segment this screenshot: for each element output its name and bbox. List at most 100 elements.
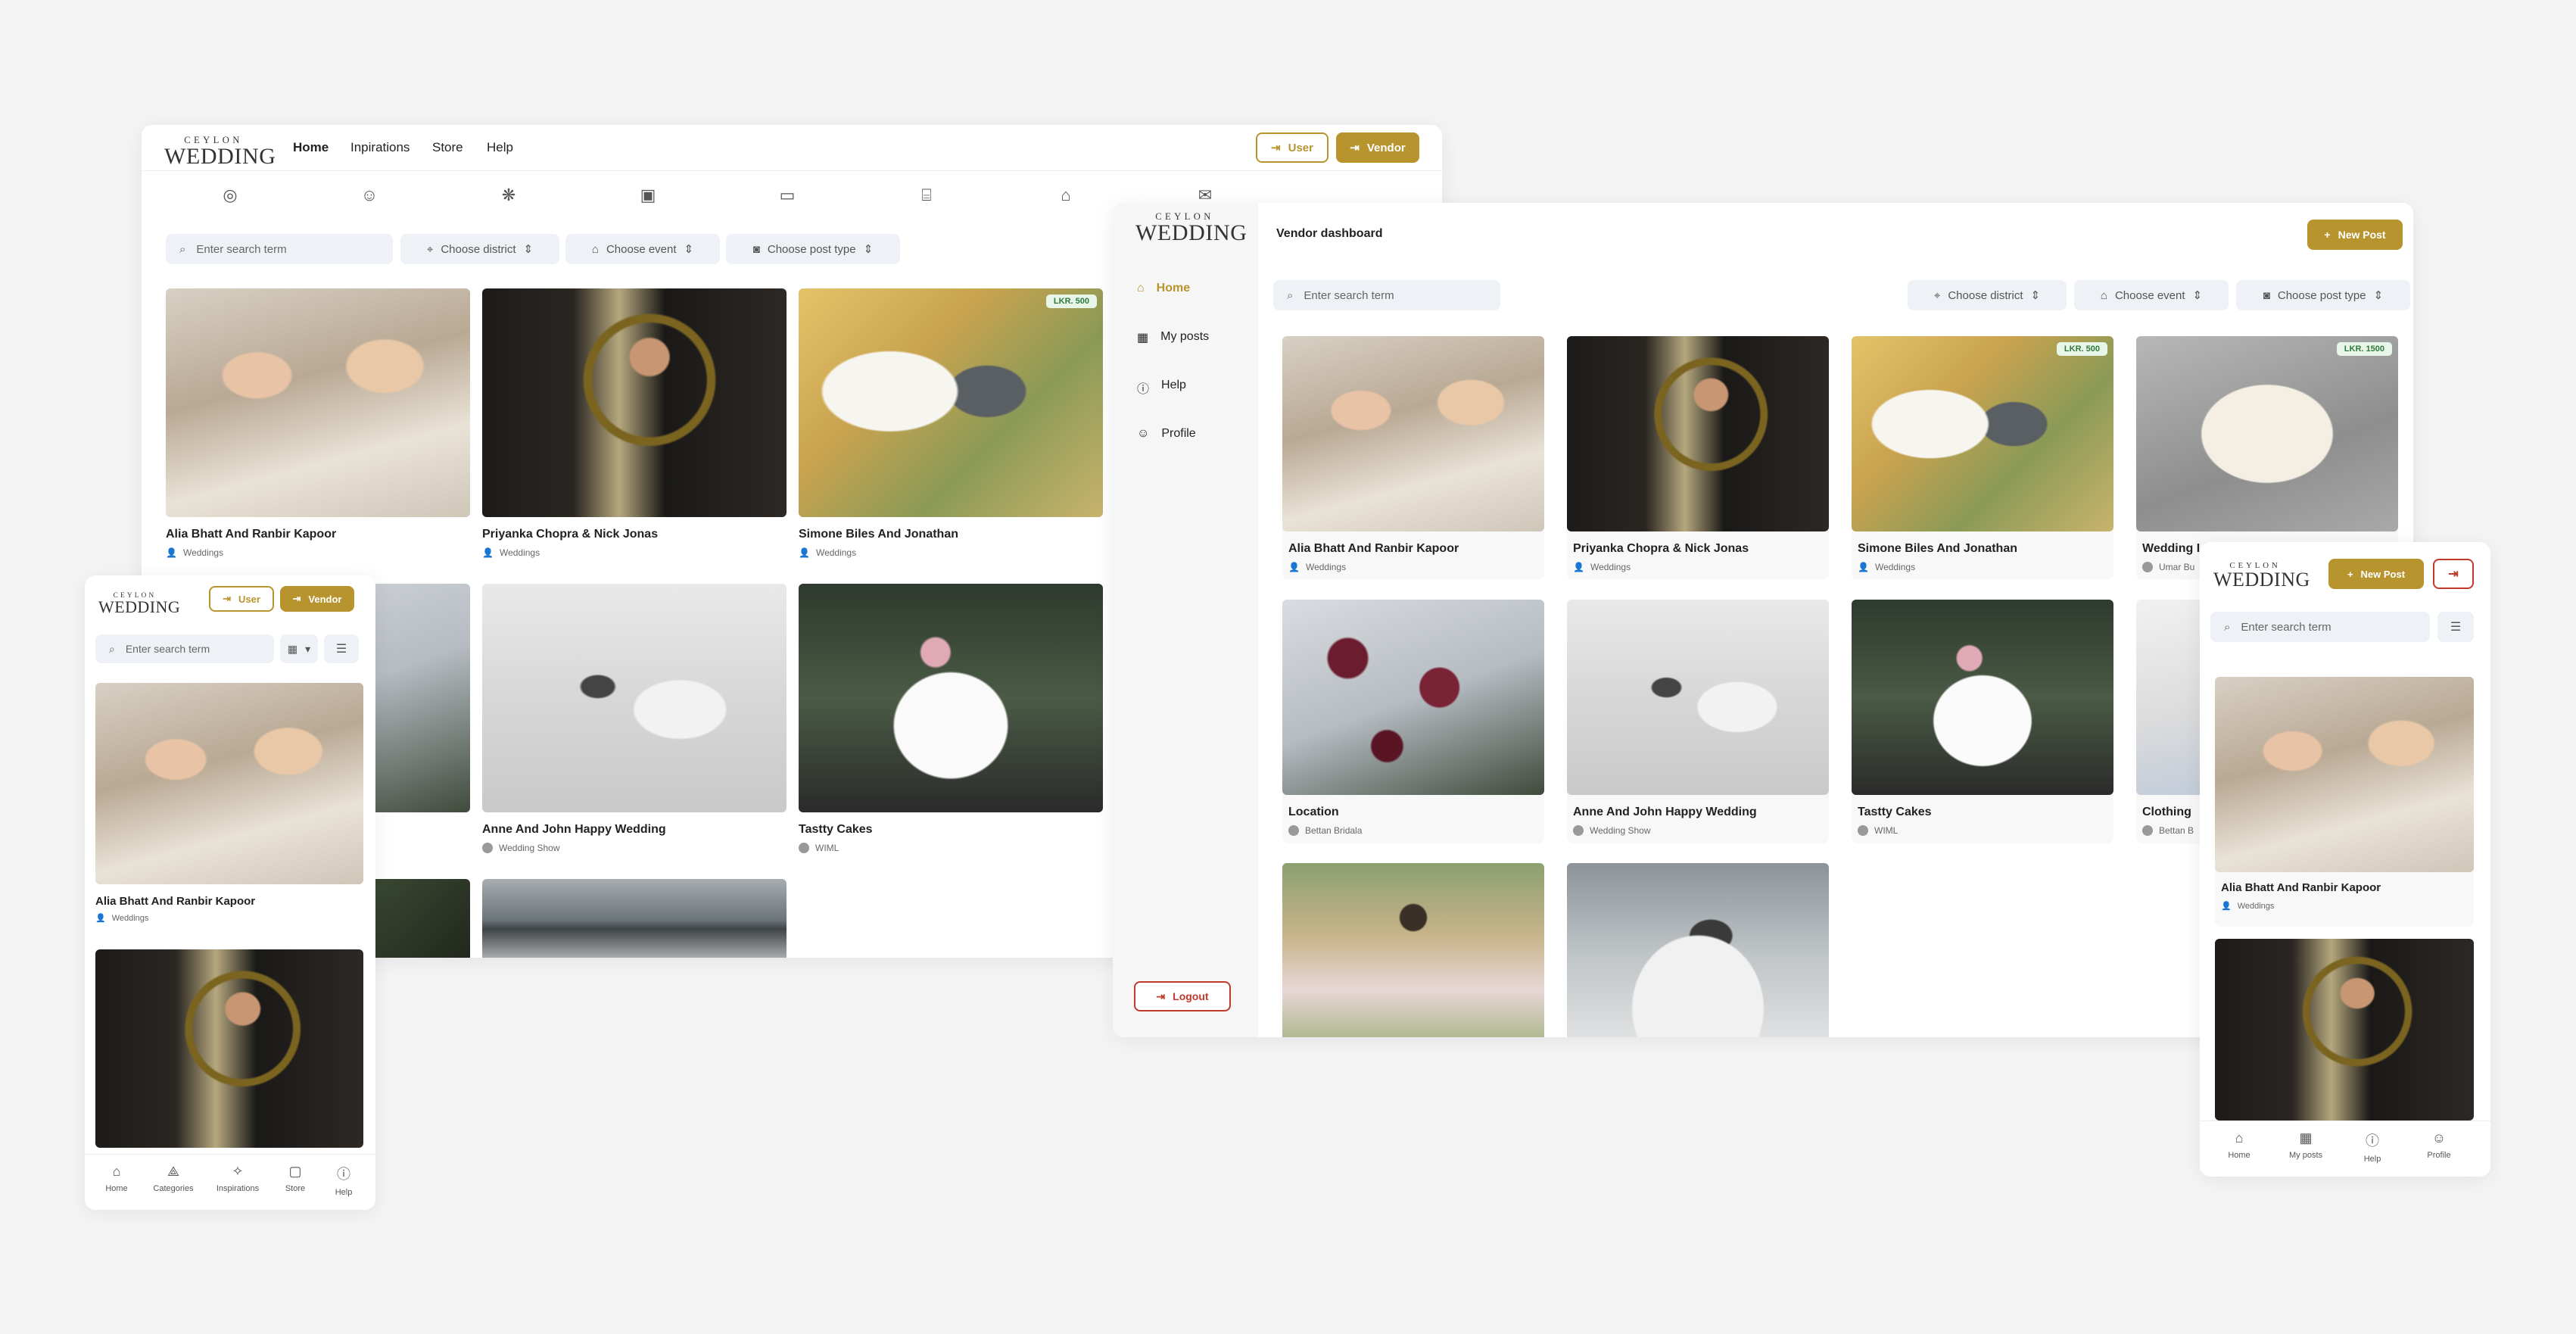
post-title: Tastty Cakes: [799, 823, 873, 836]
category-cake[interactable]: ⌂: [1054, 185, 1077, 205]
price-badge: LKR. 1500: [2336, 342, 2392, 356]
category-table[interactable]: ⌸: [915, 185, 938, 205]
search-input[interactable]: ⌕ Enter search term: [2210, 612, 2430, 642]
post-author: 👤 Weddings: [1573, 562, 1631, 572]
post-card[interactable]: Alia Bhatt And Ranbir Kapoor 👤 Weddings: [1282, 336, 1544, 580]
search-placeholder: Enter search term: [1304, 288, 1394, 302]
post-card[interactable]: [2215, 939, 2474, 1120]
post-card[interactable]: Location Bettan Bridala: [1282, 600, 1544, 843]
brand-logo[interactable]: CEYLON WEDDING: [1135, 212, 1247, 245]
post-image: [482, 288, 787, 517]
bottom-nav-home[interactable]: ⌂ Home: [2215, 1130, 2263, 1160]
post-card[interactable]: [1282, 863, 1544, 1037]
home-icon: ⌂: [2235, 1130, 2244, 1145]
bottom-nav-help[interactable]: ⓘ Help: [322, 1164, 365, 1197]
logout-button[interactable]: ⇥: [2433, 559, 2474, 589]
bottom-nav-help[interactable]: ⓘ Help: [2348, 1130, 2397, 1164]
post-author: 👤 Weddings: [166, 547, 223, 558]
event-select[interactable]: ⌂ Choose event ⇕: [2074, 280, 2229, 310]
author-name: Weddings: [815, 547, 857, 558]
brand-logo[interactable]: CEYLON WEDDING: [2213, 562, 2310, 590]
price-badge: LKR. 500: [2056, 342, 2107, 356]
bottom-nav-categories[interactable]: ⟁ Categories: [147, 1164, 200, 1193]
nav-label: My posts: [2288, 1151, 2322, 1160]
nav-help[interactable]: Help: [487, 140, 513, 155]
post-card[interactable]: [95, 949, 363, 1148]
post-image: LKR. 1500: [2136, 336, 2398, 531]
search-icon: ⌕: [109, 642, 115, 655]
search-icon: ⌕: [179, 242, 186, 256]
district-select[interactable]: ⌖ Choose district ⇕: [1908, 280, 2067, 310]
category-photo[interactable]: ▣: [637, 185, 659, 205]
event-select[interactable]: ⌂ Choose event ⇕: [565, 234, 720, 264]
category-flowers[interactable]: ❋: [497, 185, 520, 205]
post-card[interactable]: LKR. 500 Simone Biles And Jonathan 👤 Wedd…: [1852, 336, 2113, 580]
plus-icon: +: [2347, 568, 2353, 580]
brand-logo[interactable]: CEYLON WEDDING: [164, 136, 276, 168]
sliders-icon: ☰: [2450, 621, 2462, 634]
category-venue[interactable]: ▭: [776, 185, 799, 205]
post-card[interactable]: Anne And John Happy Wedding Wedding Show: [482, 584, 787, 856]
post-card[interactable]: [1567, 863, 1829, 1037]
post-title: Alia Bhatt And Ranbir Kapoor: [95, 895, 256, 908]
post-type-select[interactable]: ◙ Choose post type ⇕: [726, 234, 900, 264]
category-makeup[interactable]: ☺: [358, 185, 381, 205]
avatar: [799, 843, 809, 853]
calendar-select[interactable]: ▦ ▾: [280, 634, 318, 663]
filter-button[interactable]: ☰: [2437, 612, 2474, 642]
sidebar-item-my-posts[interactable]: ▦ My posts: [1137, 330, 1209, 345]
post-card[interactable]: Tastty Cakes WIML: [1852, 600, 2113, 843]
nav-inspirations[interactable]: Inpirations: [350, 140, 410, 155]
vendor-login-button[interactable]: ⇥ Vendor: [280, 586, 354, 612]
post-image: [1282, 600, 1544, 795]
user-login-button[interactable]: ⇥ User: [209, 586, 274, 612]
vendor-login-button[interactable]: ⇥ Vendor: [1336, 132, 1419, 163]
search-input[interactable]: ⌕ Enter search term: [1273, 280, 1500, 310]
search-input[interactable]: ⌕ Enter search term: [166, 234, 393, 264]
post-card[interactable]: Alia Bhatt And Ranbir Kapoor 👤 Weddings: [166, 288, 470, 561]
user-login-button[interactable]: ⇥ User: [1256, 132, 1328, 163]
post-card[interactable]: Priyanka Chopra & Nick Jonas 👤 Weddings: [1567, 336, 1829, 580]
brand-logo[interactable]: CEYLON WEDDING: [98, 591, 180, 616]
search-input[interactable]: ⌕ Enter search term: [95, 634, 274, 663]
post-card[interactable]: LKR. 500 Simone Biles And Jonathan 👤 Wedd…: [799, 288, 1103, 561]
cake-table-icon: ⌸: [921, 185, 932, 204]
sidebar-item-home[interactable]: ⌂ Home: [1137, 282, 1190, 295]
user-icon: 👤: [1858, 562, 1869, 572]
post-image: [95, 949, 363, 1148]
nav-home[interactable]: Home: [293, 140, 329, 155]
post-type-select[interactable]: ◙ Choose post type ⇕: [2236, 280, 2410, 310]
sidebar-item-help[interactable]: ⓘ Help: [1137, 379, 1186, 397]
new-post-button[interactable]: + New Post: [2307, 220, 2403, 250]
event-label: Choose event: [2114, 288, 2185, 302]
post-card[interactable]: [482, 879, 787, 958]
bottom-nav-my-posts[interactable]: ▦ My posts: [2282, 1130, 2330, 1160]
post-title: Priyanka Chopra & Nick Jonas: [1573, 542, 1749, 555]
post-title: Anne And John Happy Wedding: [482, 823, 666, 836]
post-title: Clothing: [2142, 806, 2191, 818]
bottom-nav-profile[interactable]: ☺ Profile: [2415, 1130, 2463, 1160]
filter-button[interactable]: ☰: [324, 634, 359, 663]
bottom-nav-store[interactable]: ▢ Store: [274, 1164, 316, 1193]
bottom-nav-home[interactable]: ⌂ Home: [94, 1164, 139, 1193]
post-card[interactable]: Alia Bhatt And Ranbir Kapoor 👤 Weddings: [95, 683, 363, 933]
district-select[interactable]: ⌖ Choose district ⇕: [400, 234, 559, 264]
bag-icon: ▢: [288, 1164, 302, 1179]
bottom-nav-inspirations[interactable]: ✧ Inspirations: [207, 1164, 268, 1193]
post-card[interactable]: Alia Bhatt And Ranbir Kapoor 👤 Weddings: [2215, 677, 2474, 927]
bottom-nav: ⌂ Home ⟁ Categories ✧ Inspirations ▢ Store ⓘ…: [85, 1154, 375, 1210]
vendor-button-label: Vendor: [308, 593, 342, 605]
author-name: Bettan Bridala: [1305, 825, 1363, 836]
search-icon: ⌕: [1287, 288, 1294, 302]
avatar: [1573, 825, 1584, 836]
category-rings[interactable]: ◎: [219, 185, 241, 205]
post-author: Umar Bu: [2142, 562, 2194, 572]
logout-button[interactable]: ⇥ Logout: [1134, 981, 1231, 1011]
post-card[interactable]: Tastty Cakes WIML: [799, 584, 1103, 856]
sidebar-item-profile[interactable]: ☺ Profile: [1137, 427, 1196, 441]
post-card[interactable]: Anne And John Happy Wedding Wedding Show: [1567, 600, 1829, 843]
nav-store[interactable]: Store: [432, 140, 463, 155]
new-post-button[interactable]: + New Post: [2328, 559, 2424, 589]
sidebar-label: Profile: [1161, 427, 1196, 440]
post-card[interactable]: Priyanka Chopra & Nick Jonas 👤 Weddings: [482, 288, 787, 561]
